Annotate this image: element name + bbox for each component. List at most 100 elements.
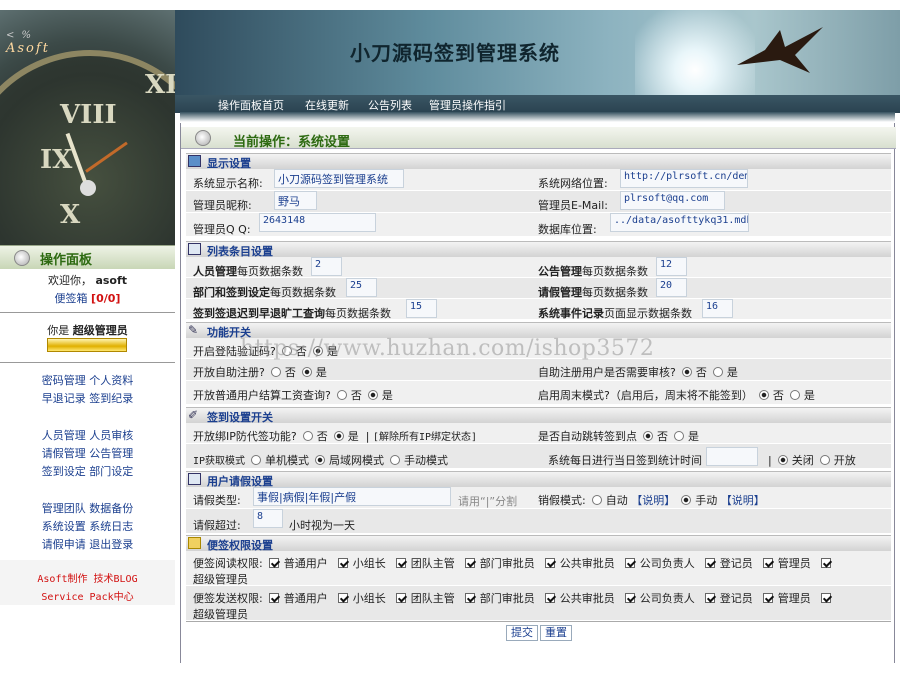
ip-single-radio[interactable] bbox=[251, 455, 262, 465]
permission-checkbox[interactable] bbox=[464, 593, 475, 603]
stat-off-radio[interactable] bbox=[777, 455, 788, 465]
permission-checkbox[interactable] bbox=[704, 558, 715, 568]
permission-checkbox[interactable] bbox=[820, 558, 831, 568]
permission-checkbox[interactable] bbox=[544, 558, 555, 568]
row: 部门和签到设定每页数据条数 25 请假管理每页数据条数 20 bbox=[186, 278, 891, 299]
permission-checkbox[interactable] bbox=[762, 558, 773, 568]
label: 系统事件记录页面显示数据条数 bbox=[538, 307, 692, 320]
nickname-input[interactable]: 野马 bbox=[274, 191, 317, 210]
label: 管理员Q Q: bbox=[193, 223, 251, 236]
sidebar-link[interactable]: 数据备份 bbox=[89, 502, 133, 515]
reg-audit-yes-radio[interactable] bbox=[712, 367, 723, 377]
sidebar-link[interactable]: 早退记录 bbox=[42, 392, 86, 405]
sidebar-link-row: 人员管理 人员审核 bbox=[0, 427, 175, 443]
sidebar-link[interactable]: 签到纪录 bbox=[89, 392, 133, 405]
sidebar-link[interactable]: 请假管理 bbox=[42, 447, 86, 460]
panel-header: 操作面板 bbox=[0, 245, 175, 269]
db-input[interactable]: ../data/asofttykq31.mdb bbox=[610, 213, 749, 232]
permission-checkbox[interactable] bbox=[464, 558, 475, 568]
permission-checkbox[interactable] bbox=[268, 593, 279, 603]
stat-on-radio[interactable] bbox=[819, 455, 830, 465]
checkin-per-page-input[interactable]: 15 bbox=[406, 299, 437, 318]
permission-checkbox[interactable] bbox=[268, 558, 279, 568]
permission-checkbox[interactable] bbox=[624, 593, 635, 603]
permission-checkbox[interactable] bbox=[395, 558, 406, 568]
sidebar-link[interactable]: 人员审核 bbox=[89, 429, 133, 442]
permission-checkbox[interactable] bbox=[337, 558, 348, 568]
unbind-link[interactable]: [解除所有IP绑定状态] bbox=[373, 432, 477, 443]
reg-setting: 开放自助注册? 否是 bbox=[193, 366, 327, 379]
permission-checkbox[interactable] bbox=[395, 593, 406, 603]
sidebar-link[interactable]: 公告管理 bbox=[89, 447, 133, 460]
clock-numeral: VIII bbox=[60, 100, 117, 130]
leave-hours-input[interactable]: 8 bbox=[253, 509, 283, 528]
sidebar-link[interactable]: 退出登录 bbox=[89, 538, 133, 551]
permission-checkbox[interactable] bbox=[704, 593, 715, 603]
nav-notice[interactable]: 公告列表 bbox=[368, 97, 412, 113]
sidebar-link[interactable]: 密码管理 bbox=[42, 374, 86, 387]
auto-explain-link[interactable]: 【说明】 bbox=[631, 494, 675, 507]
permission-role-label: 小组长 bbox=[352, 557, 386, 570]
stat-time-input[interactable] bbox=[706, 447, 758, 466]
sidebar-link[interactable]: 人员管理 bbox=[42, 429, 86, 442]
sidebar-link[interactable]: 请假申请 bbox=[42, 538, 86, 551]
bullet-icon bbox=[195, 130, 211, 146]
ip-lan-radio[interactable] bbox=[315, 455, 326, 465]
ip-no-radio[interactable] bbox=[302, 431, 313, 441]
footer-blog-link[interactable]: Asoft制作 技术BLOG bbox=[0, 570, 175, 585]
events-per-page-input[interactable]: 16 bbox=[702, 299, 733, 318]
email-input[interactable]: plrsoft@qq.com bbox=[620, 191, 725, 210]
sidebar-link[interactable]: 个人资料 bbox=[89, 374, 133, 387]
permission-checkbox[interactable] bbox=[337, 593, 348, 603]
permission-checkbox[interactable] bbox=[544, 593, 555, 603]
panel-title: 操作面板 bbox=[40, 253, 93, 268]
leave-per-page-input[interactable]: 20 bbox=[656, 278, 687, 297]
dept-per-page-input[interactable]: 25 bbox=[346, 278, 377, 297]
salary-yes-radio[interactable] bbox=[367, 390, 378, 400]
weekend-no-radio[interactable] bbox=[758, 390, 769, 400]
nav-shadow bbox=[180, 112, 895, 122]
reg-yes-radio[interactable] bbox=[301, 367, 312, 377]
sidebar: XI VIII IX X < % Asoft 操作面板 欢迎你， asoft 便签… bbox=[0, 0, 175, 695]
permission-checkbox[interactable] bbox=[820, 593, 831, 603]
reset-button[interactable]: 重置 bbox=[540, 625, 572, 641]
weekend-yes-radio[interactable] bbox=[789, 390, 800, 400]
jump-no-radio[interactable] bbox=[643, 431, 653, 441]
nav-update[interactable]: 在线更新 bbox=[305, 97, 349, 113]
memo-link[interactable]: 便签箱 bbox=[55, 292, 88, 305]
permission-role-label: 部门审批员 bbox=[479, 592, 535, 605]
ip-bind-setting: 开放绑IP防代签功能? 否是 | [解除所有IP绑定状态] bbox=[193, 430, 478, 443]
leave-type-input[interactable]: 事假|病假|年假|产假 bbox=[253, 487, 451, 506]
permission-checkbox[interactable] bbox=[624, 558, 635, 568]
manual-explain-link[interactable]: 【说明】 bbox=[721, 494, 765, 507]
url-input[interactable]: http://plrsoft.cn/demo/ bbox=[620, 169, 748, 188]
sidebar-link[interactable]: 部门设定 bbox=[89, 465, 133, 478]
notice-per-page-input[interactable]: 12 bbox=[656, 257, 687, 276]
salary-no-radio[interactable] bbox=[336, 390, 347, 400]
cancel-manual-radio[interactable] bbox=[681, 495, 692, 505]
salary-setting: 开放普通用户结算工资查询? 否是 bbox=[193, 389, 393, 402]
sidebar-link-row: 管理团队 数据备份 bbox=[0, 500, 175, 516]
cancel-auto-radio[interactable] bbox=[591, 495, 602, 505]
label: 请假超过: bbox=[193, 519, 241, 532]
section-list: 列表条目设置 bbox=[186, 241, 891, 258]
qq-input[interactable]: 2643148 bbox=[259, 213, 376, 232]
sidebar-link[interactable]: 签到设定 bbox=[42, 465, 86, 478]
staff-per-page-input[interactable]: 2 bbox=[311, 257, 342, 276]
jump-yes-radio[interactable] bbox=[674, 431, 684, 441]
reg-audit-no-radio[interactable] bbox=[681, 367, 692, 377]
sidebar-link[interactable]: 系统日志 bbox=[89, 520, 133, 533]
sys-name-input[interactable]: 小刀源码签到管理系统 bbox=[274, 169, 404, 188]
reg-no-radio[interactable] bbox=[270, 367, 281, 377]
level-bar bbox=[47, 338, 127, 352]
footer-sp-link[interactable]: Service Pack中心 bbox=[0, 588, 175, 603]
permission-role-label: 公共审批员 bbox=[559, 557, 615, 570]
sidebar-link[interactable]: 系统设置 bbox=[42, 520, 86, 533]
ip-manual-radio[interactable] bbox=[390, 455, 401, 465]
sidebar-link[interactable]: 管理团队 bbox=[42, 502, 86, 515]
nav-home[interactable]: 操作面板首页 bbox=[218, 97, 284, 113]
submit-button[interactable]: 提交 bbox=[506, 625, 538, 641]
nav-guide[interactable]: 管理员操作指引 bbox=[429, 97, 506, 113]
ip-yes-radio[interactable] bbox=[333, 431, 344, 441]
permission-checkbox[interactable] bbox=[762, 593, 773, 603]
